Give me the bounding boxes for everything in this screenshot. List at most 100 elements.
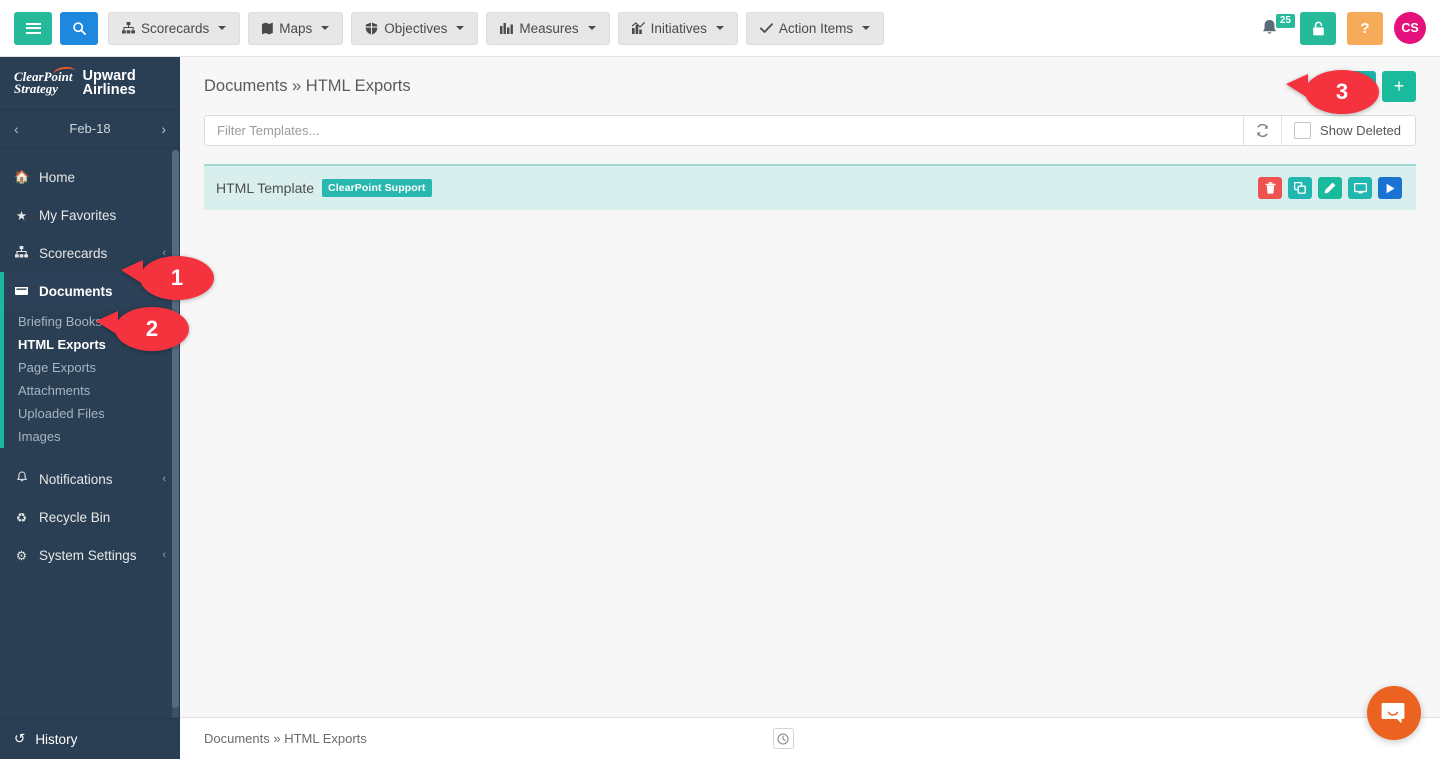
help-button[interactable]: ?	[1347, 12, 1383, 45]
chart-icon	[632, 22, 645, 34]
period-label: Feb-18	[69, 121, 110, 136]
top-navigation-bar: Scorecards Maps Objectives Measures	[0, 0, 1440, 57]
help-label: ?	[1360, 20, 1369, 37]
nav-menu-label: Action Items	[779, 21, 853, 36]
sidebar-subitem-label: Uploaded Files	[18, 406, 105, 421]
nav-menu-initiatives[interactable]: Initiatives	[618, 12, 738, 45]
sidebar-subitem-page-exports[interactable]: Page Exports	[4, 356, 180, 379]
chevron-left-icon: ‹	[162, 473, 166, 485]
callout-marker-1: 1	[140, 256, 214, 300]
lock-button[interactable]	[1300, 12, 1336, 45]
sidebar-scrollbar[interactable]	[172, 150, 179, 720]
period-prev-icon[interactable]: ‹	[14, 121, 19, 137]
sidebar-subitem-label: Briefing Books	[18, 314, 102, 329]
notification-count-badge: 25	[1276, 14, 1295, 28]
avatar-initials: CS	[1401, 21, 1418, 35]
show-deleted-label: Show Deleted	[1320, 123, 1401, 138]
nav-menu-label: Scorecards	[141, 21, 209, 36]
plus-icon: +	[1394, 76, 1405, 97]
period-next-icon[interactable]: ›	[161, 121, 166, 137]
check-icon	[760, 23, 773, 34]
sidebar-subitem-label: Images	[18, 429, 61, 444]
clock-icon	[777, 733, 789, 745]
sidebar-documents-section: Documents Briefing Books HTML Exports Pa…	[0, 272, 180, 448]
sidebar-item-my-favorites[interactable]: ★ My Favorites	[0, 196, 180, 234]
notifications-button[interactable]: 25	[1261, 13, 1289, 43]
page-footer: Documents » HTML Exports	[180, 717, 1440, 759]
chevron-down-icon	[456, 26, 464, 30]
copy-template-button[interactable]	[1288, 177, 1312, 199]
chevron-down-icon	[862, 26, 870, 30]
trash-icon	[1265, 182, 1276, 194]
sidebar-item-label: Scorecards	[39, 246, 107, 261]
clock-button[interactable]	[773, 728, 794, 749]
bell-icon	[14, 471, 29, 487]
nav-menu-measures[interactable]: Measures	[486, 12, 609, 45]
nav-menu-label: Objectives	[384, 21, 447, 36]
callout-marker-3: 3	[1305, 70, 1379, 114]
search-input[interactable]	[205, 116, 1243, 145]
nav-menu-label: Maps	[279, 21, 312, 36]
refresh-icon	[1255, 123, 1270, 138]
sidebar-item-recycle-bin[interactable]: ♻ Recycle Bin	[0, 498, 180, 536]
shield-icon	[365, 22, 378, 35]
pencil-icon	[1324, 182, 1336, 194]
chevron-down-icon	[716, 26, 724, 30]
hamburger-icon	[26, 23, 41, 34]
add-template-button[interactable]: +	[1382, 71, 1416, 102]
bar-chart-icon	[500, 22, 513, 34]
sidebar-subitem-uploaded-files[interactable]: Uploaded Files	[4, 402, 180, 425]
sidebar-subitem-images[interactable]: Images	[4, 425, 180, 448]
page-title: Documents » HTML Exports	[204, 77, 411, 96]
org-line2: Airlines	[83, 83, 136, 98]
sidebar-item-history[interactable]: ↺ History	[0, 718, 180, 759]
sidebar-item-system-settings[interactable]: ⚙ System Settings ‹	[0, 536, 180, 574]
chevron-left-icon: ‹	[162, 549, 166, 561]
chat-launcher-button[interactable]	[1367, 686, 1421, 740]
nav-menu-objectives[interactable]: Objectives	[351, 12, 478, 45]
period-selector[interactable]: ‹ Feb-18 ›	[0, 110, 180, 148]
sidebar-scrollbar-thumb[interactable]	[172, 150, 179, 708]
nav-menu-label: Initiatives	[651, 21, 707, 36]
nav-menu-action-items[interactable]: Action Items	[746, 12, 884, 45]
run-template-button[interactable]	[1378, 177, 1402, 199]
nav-menu-maps[interactable]: Maps	[248, 12, 343, 45]
template-name: HTML Template	[216, 180, 314, 196]
brand-product-line2: Strategy	[14, 83, 73, 96]
search-icon	[72, 21, 87, 36]
hamburger-menu-button[interactable]	[14, 12, 52, 45]
delete-template-button[interactable]	[1258, 177, 1282, 199]
filter-bar: Show Deleted	[204, 115, 1416, 146]
history-icon: ↺	[14, 731, 25, 747]
callout-marker-2: 2	[115, 307, 189, 351]
search-button[interactable]	[60, 12, 98, 45]
brand-logo[interactable]: ClearPoint Strategy Upward Airlines	[0, 57, 180, 110]
organization-name: Upward Airlines	[83, 69, 136, 98]
nav-menu-scorecards[interactable]: Scorecards	[108, 12, 240, 45]
refresh-button[interactable]	[1243, 116, 1281, 145]
sidebar-item-label: History	[35, 732, 77, 747]
sitemap-icon	[122, 22, 135, 34]
recycle-icon: ♻	[14, 510, 29, 525]
sidebar-nav-list: 🏠 Home ★ My Favorites Scorecards ‹	[0, 148, 180, 574]
table-row[interactable]: HTML Template ClearPoint Support	[204, 164, 1416, 210]
sitemap-icon	[14, 246, 29, 261]
sidebar-item-label: System Settings	[39, 548, 137, 563]
callout-number: 1	[171, 265, 183, 291]
monitor-icon	[1354, 183, 1367, 194]
display-template-button[interactable]	[1348, 177, 1372, 199]
home-icon: 🏠	[14, 170, 29, 185]
edit-template-button[interactable]	[1318, 177, 1342, 199]
sidebar-subitem-label: HTML Exports	[18, 337, 106, 352]
sidebar-item-notifications[interactable]: Notifications ‹	[0, 460, 180, 498]
top-nav-right-group: 25 ? CS	[1261, 12, 1426, 45]
show-deleted-checkbox[interactable]	[1294, 122, 1311, 139]
avatar[interactable]: CS	[1394, 12, 1426, 44]
sidebar-item-home[interactable]: 🏠 Home	[0, 158, 180, 196]
sidebar-subitem-attachments[interactable]: Attachments	[4, 379, 180, 402]
sidebar-item-label: Notifications	[39, 472, 113, 487]
org-line1: Upward	[83, 69, 136, 84]
status-badge: ClearPoint Support	[322, 179, 431, 197]
chevron-down-icon	[321, 26, 329, 30]
show-deleted-toggle[interactable]: Show Deleted	[1281, 116, 1415, 145]
